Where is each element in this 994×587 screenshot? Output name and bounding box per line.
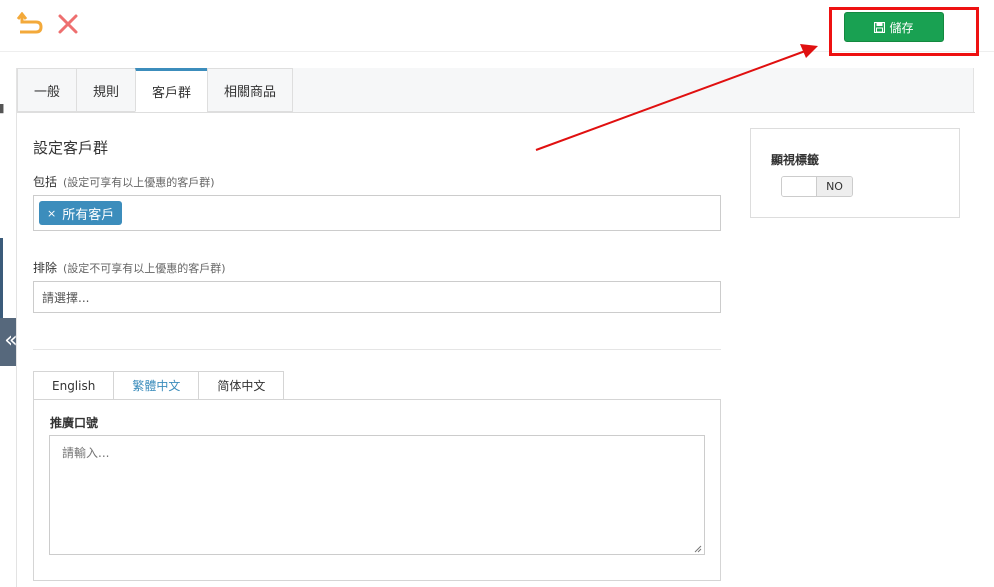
lang-tab-traditional-chinese[interactable]: 繁體中文 — [113, 371, 199, 400]
tab-customer-group[interactable]: 客戶群 — [135, 68, 208, 112]
tab-related-products[interactable]: 相關商品 — [207, 68, 294, 112]
editor-panel: 一般 規則 客戶群 相關商品 設定客戶群 包括 (設定可享有以上優惠的客戶群) ×… — [16, 68, 975, 587]
main-tabs: 一般 規則 客戶群 相關商品 — [17, 68, 294, 112]
section-title: 設定客戶群 — [33, 139, 109, 157]
include-label-text: 包括 — [33, 175, 58, 189]
tag-remove-icon[interactable]: × — [47, 207, 56, 220]
display-label-toggle[interactable]: NO — [781, 176, 853, 197]
slogan-textarea[interactable] — [49, 435, 705, 555]
toggle-knob — [782, 177, 818, 196]
top-toolbar: 儲存 — [0, 0, 994, 56]
lang-tab-english[interactable]: English — [33, 371, 114, 400]
save-highlight-box — [829, 7, 979, 56]
exclude-label: 排除 (設定不可享有以上優惠的客戶群) — [33, 259, 226, 276]
divider — [33, 349, 721, 350]
tab-rules[interactable]: 規則 — [76, 68, 136, 112]
edge-fragment: ▌ — [0, 104, 4, 114]
undo-arrow-icon[interactable] — [16, 12, 44, 36]
lang-tab-simplified-chinese[interactable]: 简体中文 — [198, 371, 285, 400]
display-label-title: 顯視標籤 — [771, 153, 820, 167]
tag-label: 所有客戶 — [62, 207, 115, 223]
include-hint: (設定可享有以上優惠的客戶群) — [63, 176, 215, 189]
language-panel: 推廣口號 — [33, 399, 721, 581]
include-multiselect[interactable]: × 所有客戶 — [33, 195, 721, 231]
display-label-box: 顯視標籤 NO — [750, 128, 960, 218]
exclude-select[interactable]: 請選擇... — [33, 281, 721, 313]
resize-grip-icon[interactable] — [694, 545, 702, 553]
tab-content: 設定客戶群 包括 (設定可享有以上優惠的客戶群) × 所有客戶 排除 (設定不可享有… — [17, 112, 975, 587]
slogan-label: 推廣口號 — [50, 416, 99, 430]
toggle-state-text: NO — [817, 177, 852, 196]
exclude-hint: (設定不可享有以上優惠的客戶群) — [63, 262, 226, 275]
exclude-placeholder: 請選擇... — [42, 290, 90, 305]
language-tabs: English 繁體中文 简体中文 — [33, 371, 285, 400]
sidebar-edge — [0, 238, 3, 318]
include-label: 包括 (設定可享有以上優惠的客戶群) — [33, 173, 215, 190]
exclude-label-text: 排除 — [33, 261, 58, 275]
tab-general[interactable]: 一般 — [17, 68, 77, 112]
close-icon[interactable] — [56, 12, 80, 36]
selected-tag: × 所有客戶 — [39, 201, 123, 225]
